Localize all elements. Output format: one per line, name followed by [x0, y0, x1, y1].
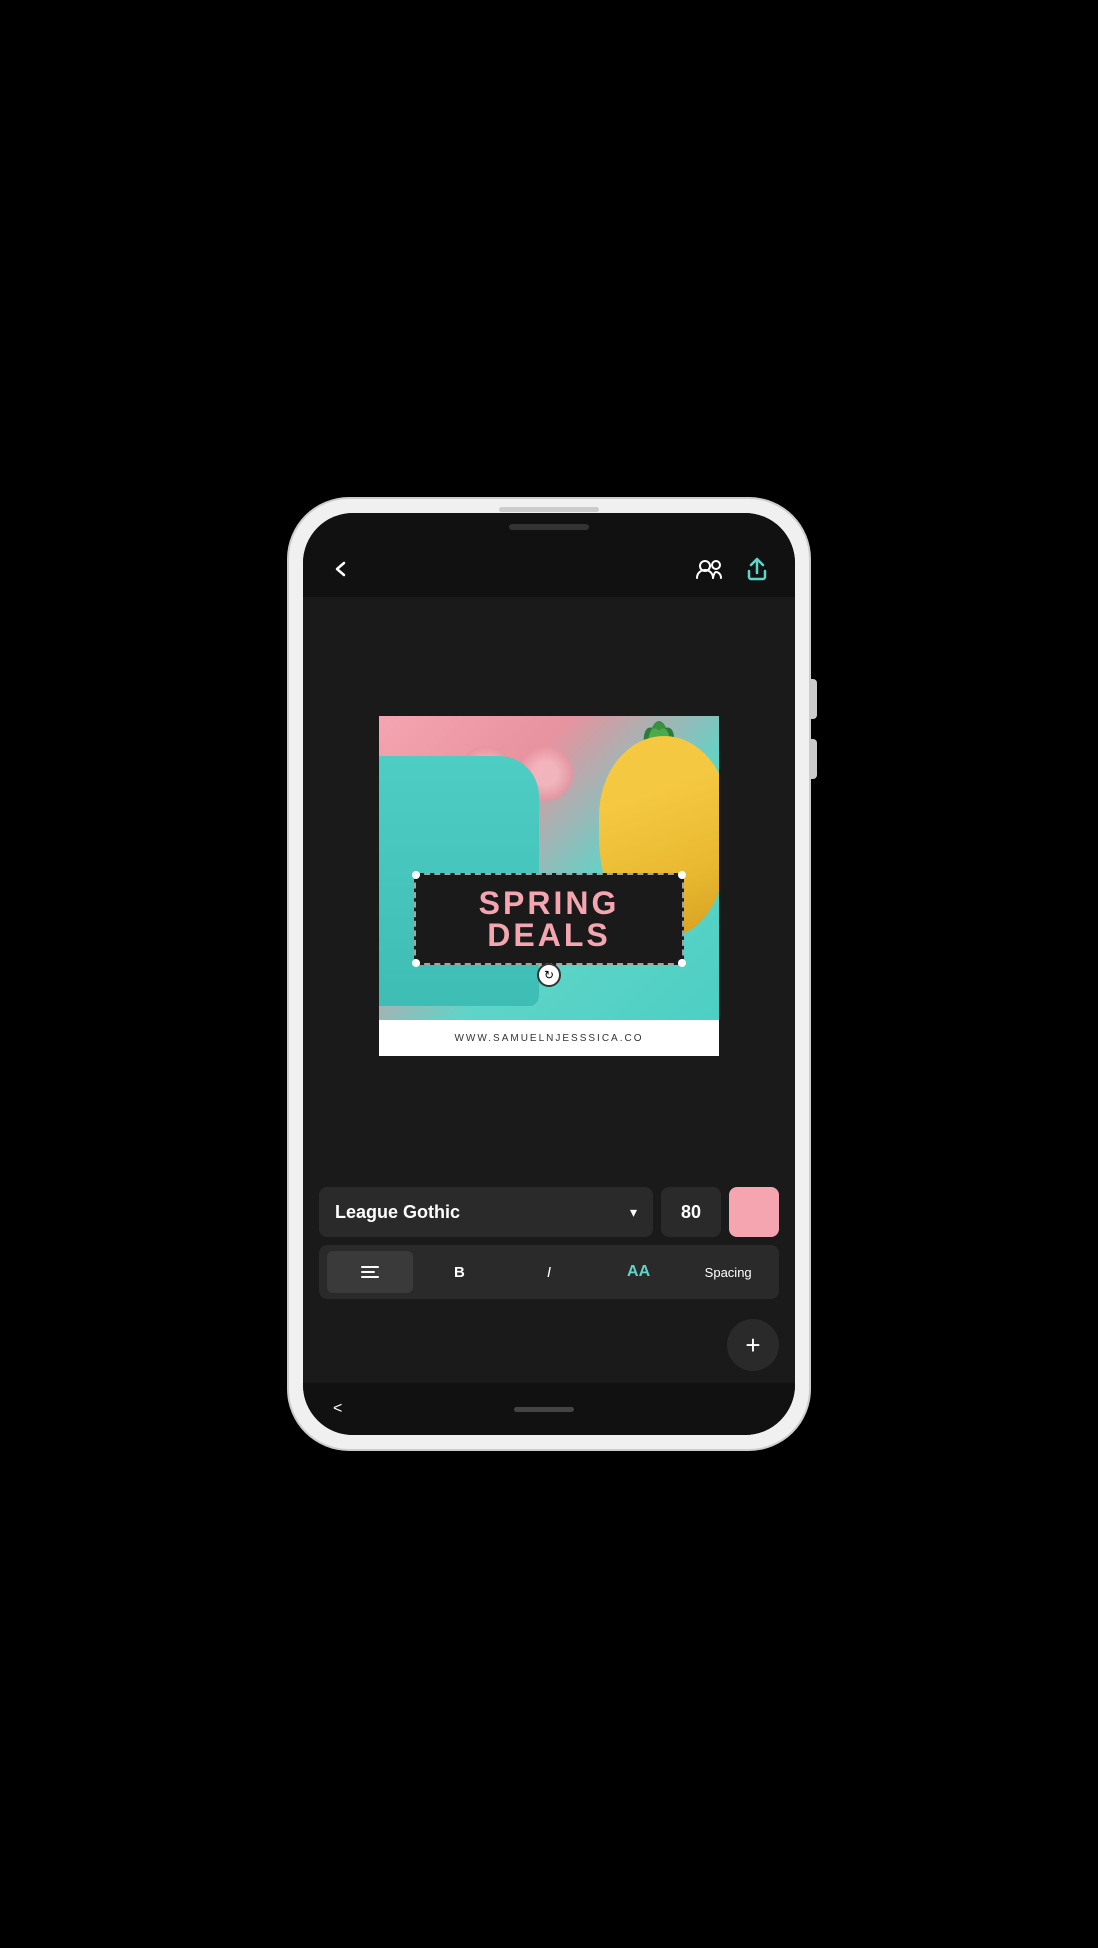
bottom-nav: <	[303, 1383, 795, 1435]
users-icon	[695, 558, 723, 580]
phone-frame: SPRING DEALS ↻ WWW.SAMUELNJESSSICA.CO Le…	[289, 499, 809, 1449]
website-text: WWW.SAMUELNJESSSICA.CO	[454, 1033, 643, 1044]
align-icon	[361, 1266, 379, 1278]
corner-handle-tl[interactable]	[412, 871, 420, 879]
canvas-area: SPRING DEALS ↻ WWW.SAMUELNJESSSICA.CO	[303, 597, 795, 1175]
canvas-footer: WWW.SAMUELNJESSSICA.CO	[379, 1020, 719, 1056]
align-line-1	[361, 1266, 379, 1268]
italic-button[interactable]: I	[506, 1251, 592, 1293]
color-swatch[interactable]	[729, 1187, 779, 1237]
add-fab-button[interactable]: +	[727, 1319, 779, 1371]
spring-deals-text: SPRING DEALS	[434, 887, 664, 951]
system-back-button[interactable]: <	[333, 1400, 342, 1418]
fab-area: +	[303, 1311, 795, 1383]
corner-handle-br[interactable]	[678, 959, 686, 967]
font-selector[interactable]: League Gothic ▾	[319, 1187, 653, 1237]
format-row: B I AA Spacing	[319, 1245, 779, 1299]
share-button[interactable]	[739, 551, 775, 587]
status-bar-pill	[509, 524, 589, 530]
align-line-3	[361, 1276, 379, 1278]
nav-right-icons	[691, 551, 775, 587]
phone-screen: SPRING DEALS ↻ WWW.SAMUELNJESSSICA.CO Le…	[303, 513, 795, 1435]
bottom-panel: League Gothic ▾ 80 B	[303, 1175, 795, 1311]
font-name-label: League Gothic	[335, 1202, 460, 1223]
italic-label: I	[547, 1264, 551, 1281]
back-nav-label: <	[333, 1400, 342, 1417]
font-size-value: 80	[681, 1202, 701, 1223]
align-line-2	[361, 1271, 375, 1273]
font-size-input[interactable]: 80	[661, 1187, 721, 1237]
top-nav	[303, 541, 795, 597]
volume-button-2	[809, 739, 817, 779]
back-button[interactable]	[323, 551, 359, 587]
corner-handle-bl[interactable]	[412, 959, 420, 967]
design-canvas[interactable]: SPRING DEALS ↻ WWW.SAMUELNJESSSICA.CO	[379, 716, 719, 1056]
phone-speaker	[499, 507, 599, 512]
status-bar	[303, 513, 795, 541]
spacing-label: Spacing	[705, 1265, 752, 1280]
share-icon	[746, 557, 768, 581]
fab-label: +	[745, 1330, 760, 1361]
collab-button[interactable]	[691, 551, 727, 587]
canvas-background: SPRING DEALS ↻	[379, 716, 719, 1020]
aa-label: AA	[627, 1263, 650, 1281]
text-overlay-box[interactable]: SPRING DEALS ↻	[414, 873, 684, 965]
aa-button[interactable]: AA	[596, 1251, 682, 1293]
align-button[interactable]	[327, 1251, 413, 1293]
chevron-down-icon: ▾	[630, 1204, 637, 1221]
corner-handle-tr[interactable]	[678, 871, 686, 879]
font-row: League Gothic ▾ 80	[319, 1187, 779, 1237]
rotate-handle[interactable]: ↻	[537, 963, 561, 987]
bold-button[interactable]: B	[417, 1251, 503, 1293]
volume-button	[809, 679, 817, 719]
home-indicator[interactable]	[514, 1407, 574, 1412]
back-icon	[331, 559, 351, 579]
bold-label: B	[454, 1264, 465, 1281]
spacing-button[interactable]: Spacing	[685, 1251, 771, 1293]
